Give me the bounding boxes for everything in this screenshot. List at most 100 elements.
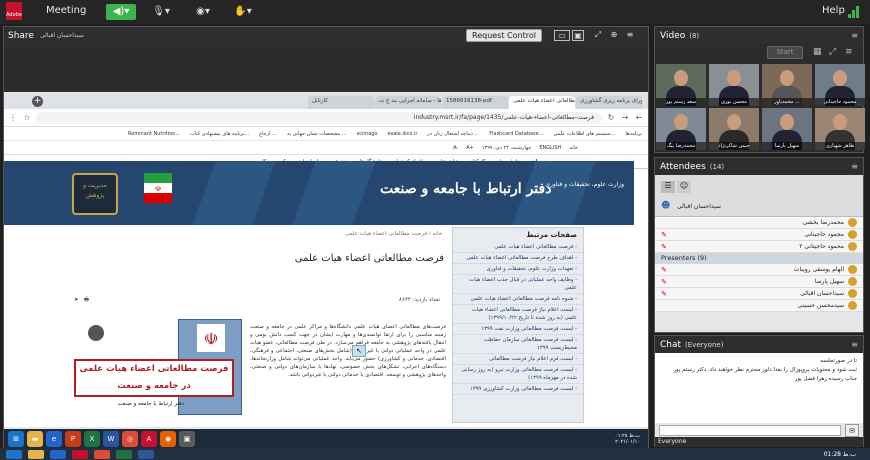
request-control-button[interactable]: Request Control xyxy=(466,29,542,42)
meeting-menubar: Adobe Meeting ◀)▾ 🎙▾ ◉▾ ✋▾ Help xyxy=(0,0,870,24)
chat-input[interactable] xyxy=(659,425,841,436)
presenters-group[interactable]: Presenters (9) xyxy=(655,253,863,264)
pod-menu-icon[interactable]: ≡ xyxy=(624,30,636,41)
bookmark[interactable]: مشخصات نشان جهانی به ... xyxy=(287,131,347,137)
attendee-row[interactable]: سهیل پارسا ✎ xyxy=(655,276,863,288)
bookmark[interactable]: ارجاع ... xyxy=(259,131,277,137)
chat-recipient-button[interactable]: Everyone xyxy=(658,437,686,447)
video-tile[interactable]: محمدیاور ... xyxy=(762,64,812,106)
breadcrumb[interactable]: خانه / فرصت مطالعاتی اعضاء هیات علمی xyxy=(314,231,442,237)
font-decrease-button[interactable]: A- xyxy=(453,145,458,151)
share-pod-header: Share سیداحسان اقبالی Request Control ▭ … xyxy=(4,27,648,44)
ie-icon[interactable] xyxy=(50,449,66,459)
status-view-icon[interactable]: ☺ xyxy=(677,181,691,193)
fit-width-icon[interactable]: ▭ xyxy=(554,30,570,41)
attendee-row[interactable]: الهام یوسفی رویبات ✎ xyxy=(655,264,863,276)
attendee-row[interactable]: سیداحسان اقبالی ✎ xyxy=(655,288,863,300)
sidebar-link[interactable]: - وظایف واحد عملیاتی در قبال جذب اعضاء ه… xyxy=(453,275,583,294)
bookmark[interactable]: دیباچه اشتغال زنان در ... xyxy=(427,131,479,137)
powerpoint-icon[interactable]: P xyxy=(65,431,81,447)
grid-view-icon[interactable]: ▦ xyxy=(813,47,822,57)
video-tile[interactable]: محمود حاجیتانی xyxy=(815,64,865,106)
sidebar-link[interactable]: - شیوه نامه فرصت مطالعاتی اعضاء هیات علم… xyxy=(453,294,583,305)
sidebar-link[interactable]: - لیست اعلام نیاز فرصت مطالعاتی اعضاء هی… xyxy=(453,305,583,324)
svg-text:☫: ☫ xyxy=(155,185,161,193)
speaker-icon[interactable]: ◀)▾ xyxy=(106,4,136,20)
bookmark[interactable]: برنامه های پیشنهادی کتاب... xyxy=(190,131,249,137)
windows-start-icon[interactable]: ⊞ xyxy=(8,431,24,447)
windows-start-icon[interactable] xyxy=(6,449,22,459)
browser-tab[interactable]: 1586616138-pdf xyxy=(442,96,508,109)
acrobat-icon[interactable]: A xyxy=(141,431,157,447)
menu-dots-icon[interactable]: ⋮ xyxy=(8,113,18,122)
bookmark[interactable]: Flashcard Database... xyxy=(489,131,543,137)
site-home-link[interactable]: خانه xyxy=(569,145,578,151)
attendee-row[interactable]: محمدرضا بخشی xyxy=(655,217,863,229)
fullscreen-icon[interactable]: ⤢ xyxy=(592,30,604,41)
attendee-row[interactable]: سیدمحسن حسینی xyxy=(655,300,863,312)
bookmark[interactable]: scimago xyxy=(357,131,378,137)
bookmark[interactable]: esale.ikco.ir xyxy=(388,131,418,137)
send-icon[interactable]: ➤ xyxy=(74,297,79,303)
list-view-icon[interactable]: ☰ xyxy=(661,181,675,193)
ie-icon[interactable]: e xyxy=(46,431,62,447)
help-menu[interactable]: Help xyxy=(822,5,845,16)
browser-tab-active[interactable]: فرصت مطالعاتی اعضاء هیات علمی xyxy=(509,96,575,109)
bookmark[interactable]: Rominant Nutrition... xyxy=(128,131,180,137)
back-icon[interactable]: ← xyxy=(634,113,644,122)
sidebar-link[interactable]: - لیست فرصت مطالعاتی سازمان حفاظت محیط‌ز… xyxy=(453,335,583,354)
excel-icon[interactable]: X xyxy=(84,431,100,447)
pod-menu-icon[interactable]: ≡ xyxy=(845,47,853,57)
pod-menu-icon[interactable]: ≡ xyxy=(851,31,858,40)
print-icon[interactable]: 🖶 xyxy=(84,297,89,303)
chrome-icon[interactable]: ◎ xyxy=(122,431,138,447)
sidebar-link[interactable]: - لیست فرصت مطالعاتی وزارت نیرو (به روز … xyxy=(453,365,583,384)
video-tile[interactable]: سعد رستم پور xyxy=(656,64,706,106)
pod-menu-icon[interactable]: ≡ xyxy=(851,340,858,349)
forward-icon[interactable]: → xyxy=(620,113,630,122)
reload-icon[interactable]: ↻ xyxy=(606,113,616,122)
font-increase-button[interactable]: A+ xyxy=(466,145,474,151)
english-link[interactable]: ENGLISH xyxy=(539,145,561,151)
video-tile[interactable]: محمدرضا بیگ xyxy=(656,108,706,150)
raise-hand-icon[interactable]: ✋▾ xyxy=(232,4,254,20)
sidebar-link[interactable]: - لیست فرم اعلام نیاز فرصت مطالعاتی xyxy=(453,354,583,365)
sync-icon[interactable]: ▣ xyxy=(572,30,584,41)
zoom-icon[interactable]: ⊕ xyxy=(608,30,620,41)
word-icon[interactable] xyxy=(138,449,154,459)
sidebar-link[interactable]: - لیست فرصت مطالعاتی وزارت نفت ۱۳۹۹ xyxy=(453,324,583,335)
bookmark[interactable]: برنامه‌ها xyxy=(625,131,642,137)
start-video-button[interactable]: Start xyxy=(767,46,803,59)
acrobat-icon[interactable] xyxy=(72,449,88,459)
send-message-icon[interactable]: ✉ xyxy=(845,424,859,437)
video-tile[interactable]: طاهر شهبازی xyxy=(815,108,865,150)
meeting-menu[interactable]: Meeting xyxy=(46,5,86,16)
chrome-icon[interactable] xyxy=(94,449,110,459)
fullscreen-icon[interactable]: ⤢ xyxy=(829,47,836,57)
video-tile[interactable]: سهیل پارسا xyxy=(762,108,812,150)
excel-icon[interactable] xyxy=(116,449,132,459)
sidebar-link[interactable]: - تعهدات وزارت علوم، تحقیقات و فناوری xyxy=(453,264,583,275)
pod-menu-icon[interactable]: ≡ xyxy=(851,162,858,171)
url-field[interactable]: industry.msrt.ir/fa/page/1435/فرصت-مطالع… xyxy=(36,111,602,124)
browser-tab[interactable]: جلسه شورای برنامه ریزی گشاورزی ... xyxy=(576,96,642,109)
microphone-icon[interactable]: 🎙▾ xyxy=(150,4,172,20)
explorer-icon[interactable]: ▬ xyxy=(27,431,43,447)
firefox-icon[interactable]: ◉ xyxy=(160,431,176,447)
star-icon[interactable]: ☆ xyxy=(22,113,32,122)
browser-tab[interactable]: کارتابل xyxy=(308,96,374,109)
sidebar-link[interactable]: - فرصت مطالعاتی اعضاء هیات علمی xyxy=(453,242,583,253)
bookmark[interactable]: سیستم های اطلاعات علمی... xyxy=(554,131,616,137)
video-tile[interactable]: جیمن شاکرنژاد xyxy=(709,108,759,150)
sidebar-link[interactable]: - لیست فرصت مطالعاتی وزارت کشاورزی ۱۳۹۹ xyxy=(453,384,583,395)
sidebar-link[interactable]: - اهداف طرح فرصت مطالعاتی اعضاء هیات علم… xyxy=(453,253,583,264)
explorer-icon[interactable] xyxy=(28,449,44,459)
word-icon[interactable]: W xyxy=(103,431,119,447)
new-tab-icon[interactable]: + xyxy=(32,96,43,107)
webcam-icon[interactable]: ◉▾ xyxy=(192,4,214,20)
app-icon[interactable]: ▣ xyxy=(179,431,195,447)
browser-tab[interactable]: لیست شرکت ها - سامانه اجرایی بند ج ت... xyxy=(375,96,441,109)
attendee-row[interactable]: محمود حاجیتانی ✎ xyxy=(655,229,863,241)
attendee-row[interactable]: محمود حاجیتانی ۲ ✎ xyxy=(655,241,863,253)
video-tile[interactable]: محسن نوری xyxy=(709,64,759,106)
